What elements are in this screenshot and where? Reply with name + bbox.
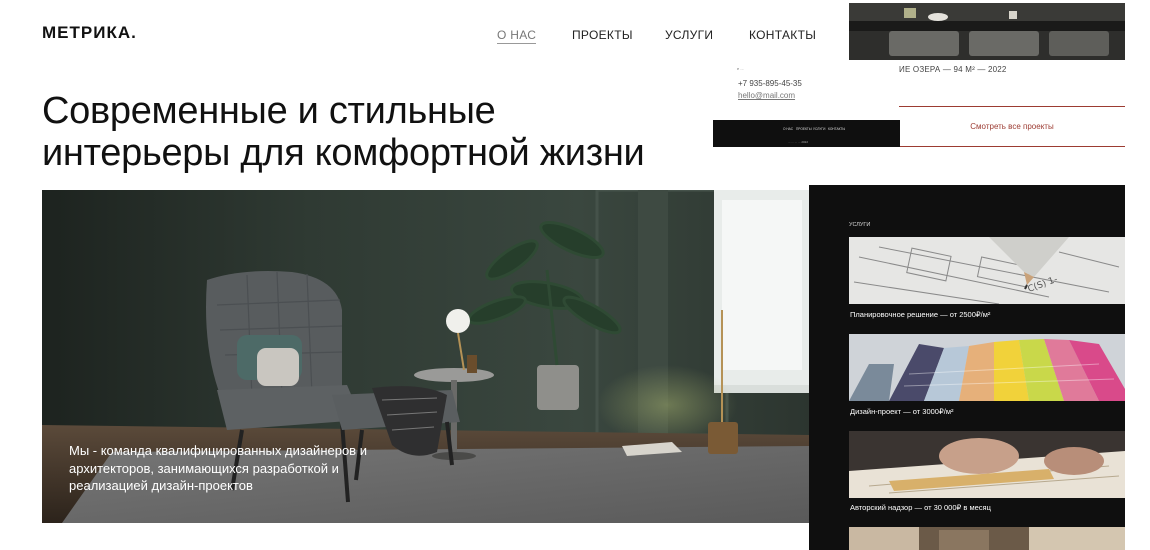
- services-panel: УСЛУГИ C(S) 1- Планировочное решение — о…: [809, 185, 1125, 550]
- blueprint-pencil-illustration: C(S) 1-: [849, 237, 1125, 304]
- service-caption-planning: Планировочное решение — от 2500₽/м²: [850, 310, 991, 319]
- contact-phone[interactable]: +7 935-895-45-35: [738, 79, 802, 88]
- dining-interior-illustration: [849, 3, 1125, 60]
- footer-bar: О НАС ПРОЕКТЫ УСЛУГИ КОНТАКТЫ ... ... ..…: [713, 120, 900, 147]
- hero-title-line-1: Современные и стильные: [42, 90, 496, 132]
- color-swatches-illustration: [849, 334, 1125, 401]
- hero-description: Мы - команда квалифицированных дизайнеро…: [69, 443, 367, 493]
- project-image[interactable]: [849, 3, 1125, 60]
- project-caption: ИЕ ОЗЕРА — 94 М² — 2022: [899, 65, 1007, 74]
- nav-projects[interactable]: ПРОЕКТЫ: [572, 28, 633, 42]
- footer-nav-about[interactable]: О НАС: [783, 127, 793, 131]
- service-image-partial[interactable]: [849, 527, 1125, 550]
- service-image-supervision[interactable]: [849, 431, 1125, 498]
- logo[interactable]: МЕТРИКА.: [42, 23, 137, 43]
- hero-title: Современные и стильные интерьеры для ком…: [42, 90, 645, 174]
- nav-services[interactable]: УСЛУГИ: [665, 28, 713, 42]
- drafting-hands-illustration: [849, 431, 1125, 498]
- footer-nav-projects[interactable]: ПРОЕКТЫ: [796, 127, 812, 131]
- nav-contacts[interactable]: КОНТАКТЫ: [749, 28, 816, 42]
- service-image-planning[interactable]: C(S) 1-: [849, 237, 1125, 304]
- hero-image: Мы - команда квалифицированных дизайнеро…: [42, 190, 809, 523]
- footer-copyright: ... ... ... ... 2022: [788, 140, 809, 144]
- service-image-design[interactable]: [849, 334, 1125, 401]
- service-caption-supervision: Авторский надзор — от 30 000₽ в месяц: [850, 503, 991, 512]
- contact-email[interactable]: hello@mail.com: [738, 91, 795, 100]
- all-projects-link[interactable]: Смотреть все проекты: [899, 106, 1125, 147]
- footer-nav-services[interactable]: УСЛУГИ: [813, 127, 825, 131]
- divider: [899, 146, 1125, 147]
- services-title: УСЛУГИ: [849, 222, 871, 228]
- footer-nav-contacts[interactable]: КОНТАКТЫ: [828, 127, 845, 131]
- nav-about[interactable]: О НАС: [497, 28, 537, 44]
- interior-partial-illustration: [849, 527, 1125, 550]
- hero-title-line-2: интерьеры для комфортной жизни: [42, 132, 645, 174]
- contacts-label: e ...: [737, 66, 744, 71]
- service-caption-design: Дизайн-проект — от 3000₽/м²: [850, 407, 954, 416]
